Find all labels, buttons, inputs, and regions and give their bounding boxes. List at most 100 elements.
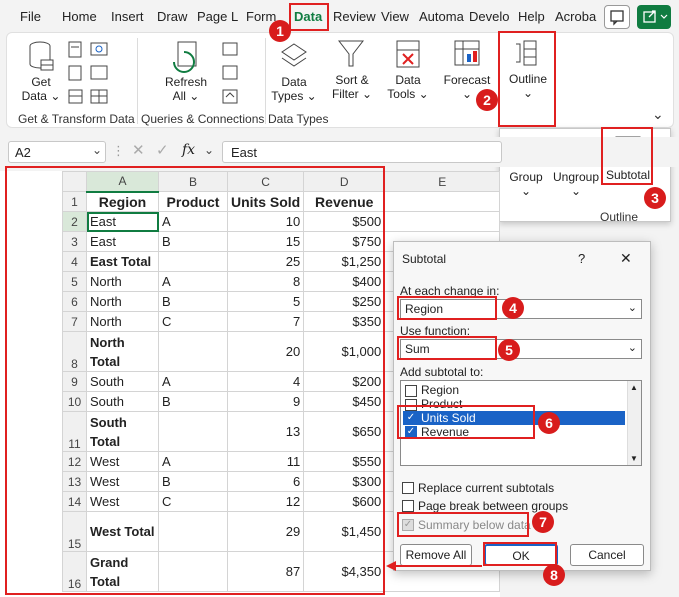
column-header-d[interactable]: D: [303, 171, 386, 192]
cell-region[interactable]: North: [86, 311, 159, 332]
cell-region[interactable]: South: [86, 391, 159, 412]
ungroup-button[interactable]: Ungroup ⌄: [551, 170, 601, 198]
cell-units[interactable]: 7: [226, 311, 305, 332]
menu-insert[interactable]: Insert: [111, 9, 144, 24]
cell-revenue[interactable]: $250: [303, 291, 386, 312]
column-header-a[interactable]: A: [86, 171, 159, 193]
cell-product[interactable]: C: [158, 311, 228, 332]
cell-product[interactable]: B: [158, 471, 228, 492]
fx-dropdown-icon[interactable]: ⌄: [204, 143, 214, 157]
menu-draw[interactable]: Draw: [157, 9, 187, 24]
cell-region[interactable]: East: [86, 211, 159, 232]
header-revenue[interactable]: Revenue: [303, 191, 386, 212]
row-header[interactable]: 5: [62, 271, 87, 292]
cell-revenue[interactable]: $400: [303, 271, 386, 292]
page-break-checkbox[interactable]: [402, 500, 414, 512]
menu-page-layout[interactable]: Page L: [197, 9, 238, 24]
list-scrollbar[interactable]: ▲ ▼: [627, 381, 641, 465]
cell-region[interactable]: East Total: [86, 251, 159, 272]
sort-filter-button[interactable]: Sort & Filter ⌄: [326, 73, 378, 101]
cell[interactable]: [384, 211, 501, 232]
row-header[interactable]: 8: [62, 331, 87, 372]
cell-revenue[interactable]: $1,250: [303, 251, 386, 272]
outline-button[interactable]: Outline ⌄: [502, 72, 554, 100]
group-button[interactable]: Group ⌄: [504, 170, 548, 198]
row-header[interactable]: 11: [62, 411, 87, 452]
menu-home[interactable]: Home: [62, 9, 97, 24]
cell-region[interactable]: West Total: [86, 511, 159, 552]
cell-product[interactable]: A: [158, 451, 228, 472]
cell-product[interactable]: [158, 551, 228, 592]
confirm-edit-icon[interactable]: ✓: [156, 141, 169, 159]
subtotal-field-list[interactable]: Region Product ✓ Units Sold ✓ Revenue ▲ …: [400, 380, 642, 466]
cell-region[interactable]: North: [86, 271, 159, 292]
cell-region[interactable]: North Total: [86, 331, 159, 372]
row-header[interactable]: 16: [62, 551, 87, 592]
cell-revenue[interactable]: $450: [303, 391, 386, 412]
menu-data[interactable]: Data: [294, 9, 322, 24]
subtotal-button[interactable]: Subtotal: [604, 168, 652, 182]
header-product[interactable]: Product: [158, 191, 228, 212]
row-header[interactable]: 4: [62, 251, 87, 272]
close-button[interactable]: ✕: [620, 250, 632, 267]
cell-product[interactable]: B: [158, 391, 228, 412]
column-header-e[interactable]: E: [384, 171, 501, 192]
cell-product[interactable]: A: [158, 271, 228, 292]
cell-units[interactable]: 8: [226, 271, 305, 292]
cell-revenue[interactable]: $200: [303, 371, 386, 392]
region-checkbox[interactable]: [405, 385, 417, 397]
cell-units[interactable]: 10: [226, 211, 305, 232]
name-box-dropdown-icon[interactable]: ⌄: [92, 143, 102, 157]
cell-units[interactable]: 29: [226, 511, 305, 552]
row-header[interactable]: 12: [62, 451, 87, 472]
cell-region[interactable]: West: [86, 451, 159, 472]
menu-acrobat[interactable]: Acroba: [555, 9, 596, 24]
cell-units[interactable]: 13: [226, 411, 305, 452]
help-button[interactable]: ?: [578, 251, 585, 266]
menu-file[interactable]: File: [20, 9, 41, 24]
menu-review[interactable]: Review: [333, 9, 376, 24]
cell-revenue[interactable]: $350: [303, 311, 386, 332]
replace-subtotals-checkbox[interactable]: [402, 482, 414, 494]
row-header[interactable]: 3: [62, 231, 87, 252]
revenue-checkbox[interactable]: ✓: [405, 426, 417, 438]
cell-units[interactable]: 15: [226, 231, 305, 252]
cell-units[interactable]: 20: [226, 331, 305, 372]
cell-revenue[interactable]: $550: [303, 451, 386, 472]
row-header[interactable]: 2: [62, 211, 87, 232]
menu-view[interactable]: View: [381, 9, 409, 24]
cell-product[interactable]: C: [158, 491, 228, 512]
cell-region[interactable]: West: [86, 471, 159, 492]
header-region[interactable]: Region: [86, 191, 159, 212]
cell-product[interactable]: A: [158, 371, 228, 392]
row-header[interactable]: 7: [62, 311, 87, 332]
column-header-b[interactable]: B: [158, 171, 228, 192]
cell-revenue[interactable]: $650: [303, 411, 386, 452]
cell-region[interactable]: East: [86, 231, 159, 252]
insert-function-icon[interactable]: fx: [182, 142, 195, 158]
cell-product[interactable]: B: [158, 231, 228, 252]
cell-product[interactable]: [158, 251, 228, 272]
select-all-corner[interactable]: [62, 171, 87, 192]
get-data-button[interactable]: Get Data ⌄: [18, 75, 64, 103]
cell-units[interactable]: 87: [226, 551, 305, 592]
cell-units[interactable]: 4: [226, 371, 305, 392]
cell-revenue[interactable]: $600: [303, 491, 386, 512]
scroll-up-icon[interactable]: ▲: [630, 383, 638, 392]
cell-product[interactable]: A: [158, 211, 228, 232]
cell-product[interactable]: B: [158, 291, 228, 312]
function-dropdown[interactable]: Sum ⌄: [400, 339, 642, 359]
product-checkbox[interactable]: [405, 399, 417, 411]
row-header[interactable]: 9: [62, 371, 87, 392]
cell-revenue[interactable]: $1,450: [303, 511, 386, 552]
comments-button[interactable]: [604, 5, 630, 29]
units-sold-checkbox[interactable]: ✓: [405, 412, 417, 424]
cell-revenue[interactable]: $4,350: [303, 551, 386, 592]
scroll-down-icon[interactable]: ▼: [630, 454, 638, 463]
collapse-ribbon-icon[interactable]: ⌄: [652, 106, 664, 123]
row-header[interactable]: 15: [62, 511, 87, 552]
menu-help[interactable]: Help: [518, 9, 545, 24]
cell-units[interactable]: 6: [226, 471, 305, 492]
menu-developer[interactable]: Develo: [469, 9, 509, 24]
cell-revenue[interactable]: $300: [303, 471, 386, 492]
